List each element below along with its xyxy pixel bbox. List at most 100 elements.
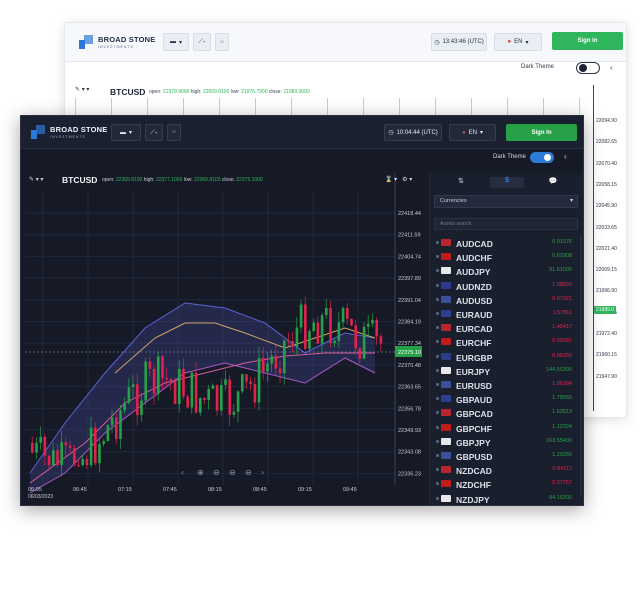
front-chart-type-button[interactable]: ▬ ▾ [111, 124, 141, 141]
favorite-icon[interactable] [436, 496, 439, 500]
favorite-icon[interactable] [436, 340, 439, 344]
instrument-row[interactable]: GBPJPY 163.55400 [434, 435, 578, 449]
instrument-row[interactable]: AUDNZD 1.08820 [434, 279, 578, 293]
instrument-row[interactable]: GBPUSD 1.20259 [434, 449, 578, 463]
favorite-icon[interactable] [436, 269, 439, 273]
instrument-row[interactable]: EURCHF 0.99281 [434, 335, 578, 349]
instrument-symbol: NZDCHF [456, 480, 491, 491]
chart-type-button[interactable]: ▬ ▾ [163, 33, 189, 51]
favorite-icon[interactable] [436, 326, 439, 330]
price-label: 21972.40 [596, 331, 617, 337]
back-collapse-chevron-icon[interactable]: ‹ [610, 63, 613, 72]
favorite-icon[interactable] [436, 454, 439, 457]
assets-search-input[interactable]: Assets search [434, 218, 578, 230]
candle-body [215, 385, 219, 411]
favorite-icon[interactable] [436, 411, 439, 415]
instrument-symbol: NZDJPY [456, 494, 490, 505]
candle-body [236, 391, 240, 412]
instrument-row[interactable]: NZDCHF 0.57757 [434, 477, 578, 491]
back-logo-icon [79, 35, 93, 49]
chart-type-icon: ▬ [169, 39, 176, 45]
favorite-icon[interactable] [436, 255, 439, 259]
instrument-row[interactable]: EURCAD 1.45417 [434, 321, 578, 335]
instrument-row[interactable]: GBPCAD 1.63513 [434, 406, 578, 420]
chart-area[interactable]: 22418.44 22411.59 22404.74 22397.89 22391.04… [25, 173, 428, 503]
instrument-row[interactable]: AUDUSD 0.67321 [434, 293, 578, 307]
favorite-icon[interactable] [436, 468, 439, 472]
favorite-icon[interactable] [436, 425, 439, 429]
tab-sort-icon[interactable]: ⇅ [444, 177, 478, 188]
instrument-symbol: NZDCAD [456, 466, 492, 477]
back-logo-subtitle: INVESTMENTS [98, 45, 134, 49]
favorite-icon[interactable] [436, 482, 439, 486]
favorite-icon[interactable] [436, 439, 439, 443]
instrument-row[interactable]: GBPCHF 1.12324 [434, 421, 578, 435]
zoom-control-icon[interactable]: ⊖ [213, 468, 220, 477]
instrument-row[interactable]: NZDJPY 84.15300 [434, 492, 578, 505]
currency-flag-icon [441, 352, 451, 360]
instrument-row[interactable]: EURJPY 144.55300 [434, 364, 578, 378]
indicators-button[interactable]: ⟋₊ [193, 33, 211, 51]
instrument-row[interactable]: EURGBP 0.88356 [434, 350, 578, 364]
candle-body [299, 304, 303, 328]
tab-dollar-icon[interactable]: $ [490, 177, 524, 188]
front-collapse-chevron-icon[interactable]: ‹ [564, 152, 567, 161]
zoom-control-icon[interactable]: ⊖ [229, 468, 236, 477]
currency-flag-icon [441, 310, 451, 317]
front-signin-button[interactable]: Sign In [506, 124, 577, 141]
chart-settings-tools[interactable]: ⌛ ▾ ⚙ ▾ [385, 176, 412, 183]
instrument-symbol: GBPCHF [456, 423, 492, 434]
candle-body [85, 458, 89, 465]
favorite-icon[interactable] [436, 383, 439, 386]
candle-body [262, 357, 265, 372]
favorite-icon[interactable] [436, 397, 439, 401]
instrument-symbol: GBPJPY [456, 437, 491, 448]
back-signin-button[interactable]: Sign In [552, 32, 623, 50]
instrument-row[interactable]: AUDCHF 0.62908 [434, 250, 578, 264]
zoom-control-icon[interactable]: ⊖ [245, 468, 252, 477]
price-label: 22404.74 [398, 254, 421, 260]
candle-body [64, 442, 68, 446]
time-label: 06:05 [28, 487, 42, 493]
instrument-row[interactable]: GBPAUD 1.78559 [434, 392, 578, 406]
back-language-select[interactable]: ● EN ▾ [494, 33, 542, 51]
instrument-value: 0.99281 [552, 338, 572, 345]
front-drawing-tools[interactable]: ✎ ▾ ▾ [29, 176, 43, 183]
instrument-row[interactable]: NZDCAD 0.84112 [434, 463, 578, 477]
instrument-row[interactable]: EURUSD 1.06284 [434, 378, 578, 392]
back-dark-theme-toggle[interactable] [576, 62, 600, 74]
back-drawing-tools[interactable]: ✎ ▾ ▾ [75, 86, 89, 93]
front-indicators-button[interactable]: ⟋₊ [145, 124, 163, 141]
favorite-icon[interactable] [436, 368, 439, 372]
favorite-icon[interactable] [436, 241, 439, 244]
zoom-control-icon[interactable]: › [261, 468, 264, 477]
instrument-row[interactable]: EURAUD 1.57811 [434, 307, 578, 321]
time-label: 08:45 [253, 487, 267, 493]
favorite-icon[interactable] [436, 354, 439, 358]
candle-body [31, 443, 34, 453]
instrument-row[interactable]: AUDJPY 91.61000 [434, 264, 578, 278]
zoom-control-icon[interactable]: ⊕ [197, 468, 204, 477]
category-select[interactable]: Currencies ▾ [434, 195, 578, 208]
candle-body [249, 381, 252, 384]
currency-flag-icon [441, 366, 451, 374]
tab-chat-icon[interactable]: 💬 [536, 177, 570, 188]
candlestick-chart[interactable]: 22418.44 22411.59 22404.74 22397.89 22391.04… [25, 173, 428, 503]
candle-body [157, 356, 160, 394]
flag-icon: ● [507, 39, 512, 45]
candle-body [203, 398, 206, 400]
list-scrollbar[interactable] [580, 235, 582, 497]
candle-body [320, 315, 324, 344]
favorite-icon[interactable] [436, 297, 439, 301]
instrument-symbol: GBPUSD [456, 452, 493, 462]
front-language-select[interactable]: ● EN ▾ [449, 124, 496, 141]
layout-button[interactable]: ⁘ [215, 33, 229, 51]
current-price-label: 22375.10 [398, 350, 421, 356]
front-dark-theme-toggle[interactable] [530, 152, 554, 163]
instrument-row[interactable]: AUDCAD 0.91576 [434, 236, 578, 250]
zoom-control-icon[interactable]: ‹ [181, 468, 184, 477]
favorite-icon[interactable] [436, 312, 439, 315]
favorite-icon[interactable] [436, 283, 439, 287]
price-label: 22343.08 [398, 450, 421, 456]
front-layout-button[interactable]: ⁘ [167, 124, 181, 141]
